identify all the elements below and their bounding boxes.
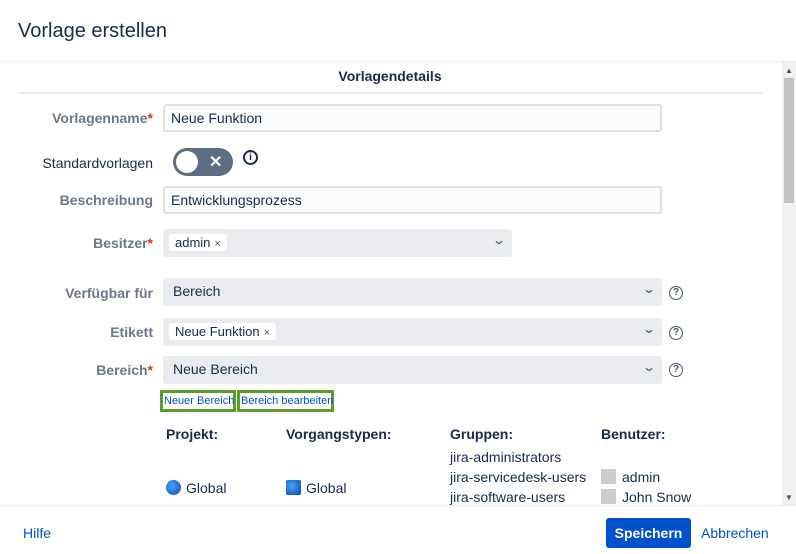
issue-types-value: Global	[286, 480, 346, 496]
chevron-down-icon: ⌄	[641, 360, 657, 374]
remove-tag-icon[interactable]: ×	[214, 238, 220, 250]
group-item: jira-software-users	[450, 489, 566, 505]
help-link[interactable]: Hilfe	[23, 525, 51, 541]
scope-label: Bereich*	[96, 362, 153, 378]
chevron-down-icon: ⌄	[641, 282, 657, 296]
cancel-button[interactable]: Abbrechen	[701, 525, 769, 541]
globe-icon	[286, 480, 301, 495]
help-icon[interactable]: ?	[669, 326, 683, 340]
label-text: Bereich	[96, 362, 148, 378]
label-text: Vorlagenname	[52, 110, 148, 126]
template-name-input[interactable]: Neue Funktion	[163, 104, 662, 132]
required-marker: *	[147, 362, 153, 378]
project-text: Global	[186, 480, 227, 496]
groups-header: Gruppen:	[450, 426, 513, 442]
help-icon[interactable]: ?	[669, 286, 683, 300]
available-for-label: Verfügbar für	[65, 285, 153, 301]
users-header: Benutzer:	[601, 426, 666, 442]
project-header: Projekt:	[166, 426, 219, 442]
default-template-toggle[interactable]: ✕	[173, 148, 233, 176]
selected-value: Neue Bereich	[173, 361, 258, 377]
scope-select[interactable]: Neue Bereich ⌄	[163, 356, 662, 384]
vertical-scrollbar[interactable]: ▲ ▼	[782, 62, 796, 505]
available-for-select[interactable]: Bereich ⌄	[163, 278, 662, 306]
help-icon[interactable]: ?	[669, 363, 683, 377]
user-item: John Snow	[601, 489, 691, 505]
scrollbar-thumb[interactable]	[784, 78, 794, 203]
dialog-body: Vorlagendetails Vorlagenname* Neue Funkt…	[0, 62, 782, 505]
default-template-label: Standardvorlagen	[42, 155, 153, 171]
chevron-down-icon: ⌄	[491, 233, 507, 247]
user-name: John Snow	[622, 489, 692, 505]
selected-value: Bereich	[173, 283, 221, 299]
project-value: Global	[166, 480, 226, 496]
footer-divider	[0, 505, 796, 506]
owner-label: Besitzer*	[93, 235, 153, 251]
user-item: admin	[601, 469, 660, 485]
group-item: jira-servicedesk-users	[450, 469, 587, 485]
owner-select[interactable]: admin × ⌄	[163, 229, 512, 257]
tag-label: admin	[175, 235, 211, 250]
save-button[interactable]: Speichern	[606, 518, 691, 548]
label-select[interactable]: Neue Funktion × ⌄	[163, 318, 662, 346]
close-icon: ✕	[209, 154, 223, 171]
edit-scope-link[interactable]: Bereich bearbeiten	[237, 390, 334, 412]
user-name: admin	[622, 469, 661, 485]
avatar-icon	[601, 489, 616, 504]
globe-icon	[166, 480, 181, 495]
section-title: Vorlagendetails	[18, 68, 762, 94]
dialog-title: Vorlage erstellen	[18, 20, 167, 42]
required-marker: *	[147, 235, 153, 251]
label-tag: Neue Funktion ×	[169, 323, 276, 340]
issue-types-header: Vorgangstypen:	[286, 426, 392, 442]
label-text: Besitzer	[93, 235, 148, 251]
toggle-knob	[176, 151, 198, 173]
new-scope-link[interactable]: Neuer Bereich	[160, 390, 236, 412]
scroll-up-icon[interactable]: ▲	[785, 66, 793, 75]
description-label: Beschreibung	[59, 192, 153, 208]
info-icon[interactable]: i	[243, 150, 258, 165]
owner-tag: admin ×	[169, 234, 227, 251]
tag-label: Neue Funktion	[175, 324, 260, 339]
issue-types-text: Global	[306, 480, 347, 496]
remove-tag-icon[interactable]: ×	[264, 327, 270, 339]
chevron-down-icon: ⌄	[641, 322, 657, 336]
avatar-icon	[601, 469, 616, 484]
required-marker: *	[147, 110, 153, 126]
group-item: jira-administrators	[450, 449, 562, 465]
name-label: Vorlagenname*	[52, 110, 153, 126]
description-input[interactable]: Entwicklungsprozess	[163, 186, 662, 214]
scroll-down-icon[interactable]: ▼	[785, 493, 793, 502]
label-field-label: Etikett	[110, 324, 153, 340]
